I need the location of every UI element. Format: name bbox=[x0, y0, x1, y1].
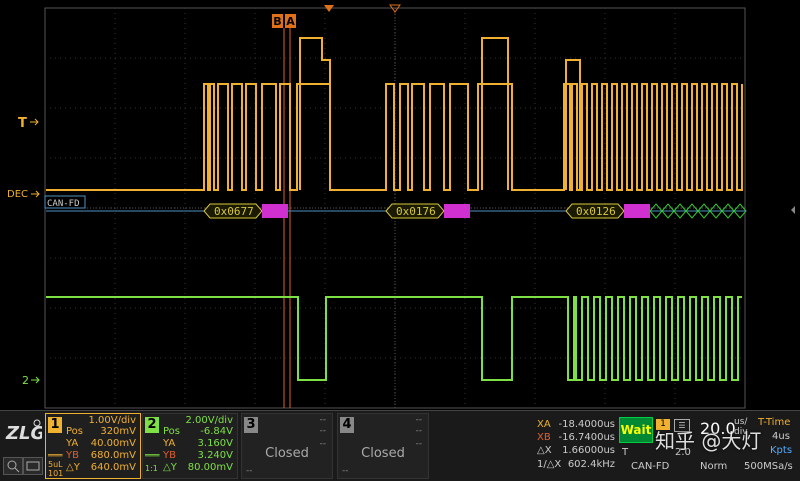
memory-depth: Kpts bbox=[770, 445, 793, 456]
ch1-arrow-icon bbox=[30, 118, 39, 126]
ch1-pos-value: 320mV bbox=[100, 426, 136, 437]
ch4-status: Closed bbox=[361, 446, 405, 461]
decode-label: DEC bbox=[7, 189, 28, 200]
ch4-dash-4: -- bbox=[342, 466, 349, 476]
ch4-dash-1: -- bbox=[415, 415, 423, 425]
ch1-coupling-dc-icon: ═══ bbox=[48, 451, 63, 460]
ch2-arrow-icon bbox=[31, 376, 40, 384]
ch2-yb-key: YB bbox=[163, 450, 176, 461]
ch3-dash-1: -- bbox=[319, 415, 327, 425]
ch2-waveform bbox=[46, 296, 742, 381]
decode-frame-data bbox=[624, 204, 650, 218]
dx-value: 1.66000us bbox=[562, 445, 615, 456]
decode-frame-data bbox=[444, 204, 470, 218]
ch2-number: 2 bbox=[145, 417, 159, 433]
waveform-canvas: B A 0x0677 0x0176 0x0126 T DEC 2 CAN-FD bbox=[7, 4, 795, 409]
ch3-dash-4: -- bbox=[246, 466, 253, 476]
trigger-type: CAN-FD bbox=[631, 461, 670, 472]
ch2-info-box[interactable]: 2 2.00V/div Pos -6.84V YA 3.160V YB 3.240V … bbox=[142, 413, 238, 479]
ch2-level-label: 2 bbox=[22, 374, 29, 387]
ch2-dy-key: △Y bbox=[163, 462, 177, 473]
decode-arrow-icon bbox=[31, 190, 40, 198]
time-mode-title: T-Time bbox=[758, 417, 791, 428]
ch1-ya-key: YA bbox=[66, 438, 79, 449]
decode-frame-data bbox=[262, 204, 288, 218]
ch4-info-box[interactable]: 4 -- -- Closed -- -- bbox=[337, 413, 429, 479]
acquisition-state[interactable]: Wait bbox=[619, 417, 653, 443]
ch1-dy-value: 640.0mV bbox=[90, 462, 136, 473]
dx-key: △X bbox=[537, 445, 552, 456]
bus-label-text: CAN-FD bbox=[47, 199, 80, 209]
waveform-display[interactable]: B A 0x0677 0x0176 0x0126 T DEC 2 CAN-FD bbox=[0, 0, 800, 410]
ch3-info-box[interactable]: 3 -- -- Closed -- -- bbox=[241, 413, 333, 479]
time-offset: 4us bbox=[772, 431, 790, 442]
decode-frame-label: 0x0126 bbox=[576, 205, 616, 218]
zoom-icon[interactable] bbox=[3, 457, 23, 475]
ch2-ya-key: YA bbox=[163, 438, 176, 449]
ch1-yb-key: YB bbox=[66, 450, 79, 461]
sample-rate: 500MSa/s bbox=[744, 461, 793, 472]
ch2-probe-ratio: 1:1 bbox=[145, 464, 158, 473]
ch4-dash-3: -- bbox=[415, 439, 423, 449]
inv-dx-key: 1/△X bbox=[537, 459, 562, 470]
ch1-side-top: 5uL bbox=[48, 460, 63, 469]
ch1-ya-value: 40.00mV bbox=[90, 438, 136, 449]
brand-logo: ZLG bbox=[4, 415, 45, 445]
decode-frame-label: 0x0176 bbox=[396, 205, 436, 218]
ch1-number: 1 bbox=[48, 417, 62, 433]
trigger-mode: T bbox=[622, 447, 629, 458]
side-menu-handle-icon[interactable] bbox=[791, 206, 795, 214]
ch2-vdiv: 2.00V/div bbox=[185, 415, 233, 426]
ch3-dash-3: -- bbox=[319, 439, 327, 449]
ch1-side-bot: 101 bbox=[48, 469, 64, 478]
ch4-number: 4 bbox=[340, 417, 354, 433]
ch2-dy-value: 80.00mV bbox=[187, 462, 233, 473]
ch1-vdiv: 1.00V/div bbox=[88, 415, 136, 426]
cursor-b-text: B bbox=[273, 15, 281, 28]
ch2-pos-value: -6.84V bbox=[200, 426, 233, 437]
ch1-yb-value: 680.0mV bbox=[90, 450, 136, 461]
xb-value: -16.7400us bbox=[558, 432, 615, 443]
xa-value: -18.4000us bbox=[558, 419, 615, 430]
ch4-dash-2: -- bbox=[415, 426, 423, 436]
ch2-yb-value: 3.240V bbox=[197, 450, 233, 461]
cursor-measurement-box[interactable]: XA -18.4000us XB -16.7400us △X 1.66000us 1/… bbox=[535, 413, 617, 479]
screenshot-icon[interactable] bbox=[23, 457, 43, 475]
ch1-waveform bbox=[46, 37, 743, 191]
ch2-pos-key: Pos bbox=[163, 426, 181, 437]
inv-dx-value: 602.4kHz bbox=[567, 459, 615, 470]
watermark-text: 知乎 @大灯 bbox=[655, 429, 762, 453]
ch3-dash-2: -- bbox=[319, 426, 327, 436]
ch1-info-box[interactable]: 1 1.00V/div Pos 320mV YA 40.00mV YB 680.0mV… bbox=[45, 413, 141, 479]
ch1-pos-key: Pos bbox=[66, 426, 84, 437]
ch2-coupling-dc-icon: ═══ bbox=[145, 451, 160, 460]
acquisition-mode: Norm bbox=[700, 461, 728, 472]
xb-key: XB bbox=[537, 432, 551, 443]
ch1-dy-key: △Y bbox=[66, 462, 80, 473]
ch1-trigger-label: T bbox=[18, 116, 27, 131]
ch3-number: 3 bbox=[244, 417, 258, 433]
cursor-a-text: A bbox=[286, 15, 295, 28]
ch3-status: Closed bbox=[265, 446, 309, 461]
ch2-ya-value: 3.160V bbox=[197, 438, 233, 449]
xa-key: XA bbox=[537, 419, 551, 430]
decode-frame-label: 0x0677 bbox=[214, 205, 254, 218]
